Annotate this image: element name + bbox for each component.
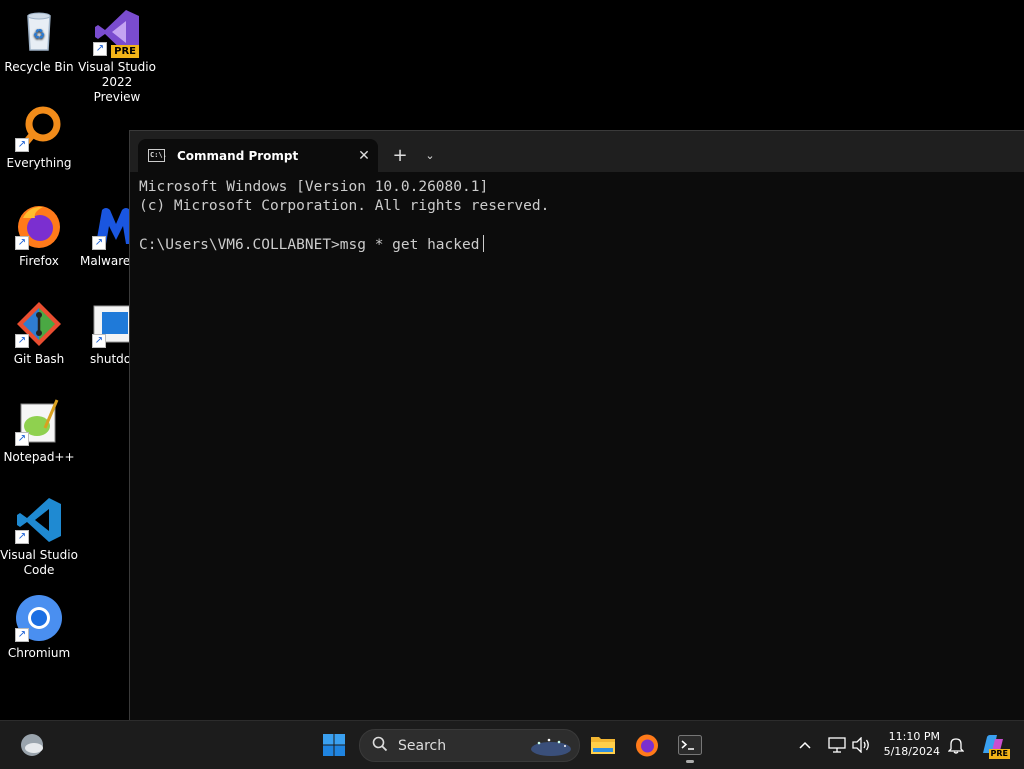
file-explorer-icon[interactable] xyxy=(587,729,619,761)
console-input-line[interactable]: C:\Users\VM6.COLLABNET>msg * get hacked xyxy=(139,235,1016,255)
desktop-icon-label: Git Bash xyxy=(13,352,65,366)
malwarebytes-icon: ↗ xyxy=(92,202,129,250)
shortcut-arrow-icon: ↗ xyxy=(92,236,106,250)
new-tab-button[interactable]: + xyxy=(388,139,412,172)
copilot-icon[interactable]: PRE xyxy=(976,729,1010,761)
tab-title: Command Prompt xyxy=(177,148,299,163)
shortcut-arrow-icon: ↗ xyxy=(15,432,29,446)
desktop-icon-label: Visual Studio Code xyxy=(0,548,78,577)
console-line: (c) Microsoft Corporation. All rights re… xyxy=(139,198,550,214)
clock-time: 11:10 PM xyxy=(888,730,940,743)
console-line: Microsoft Windows [Version 10.0.26080.1] xyxy=(139,179,489,195)
git-bash-icon: ↗ xyxy=(15,300,63,348)
desktop-icon-recycle-bin[interactable]: ♻ Recycle Bin xyxy=(0,8,78,75)
desktop-icon-vscode[interactable]: ↗ Visual Studio Code xyxy=(0,496,78,578)
console-command: C:\Users\VM6.COLLABNET>msg * get hacked xyxy=(139,237,480,253)
desktop-icon-label: shutdov xyxy=(90,352,129,366)
desktop-icon-git-bash[interactable]: ↗ Git Bash xyxy=(0,300,78,367)
shortcut-arrow-icon: ↗ xyxy=(15,236,29,250)
taskbar: Search 11:10 PM 5/18/2024 PRE xyxy=(0,720,1024,769)
desktop-icon-label: Firefox xyxy=(19,254,59,268)
desktop-icon-everything[interactable]: ↗ Everything xyxy=(0,104,78,171)
close-tab-button[interactable]: ✕ xyxy=(350,148,378,164)
desktop-icon-label: Visual Studio 2022 Preview xyxy=(78,60,156,104)
start-icon[interactable] xyxy=(318,729,350,761)
notepad-plus-plus-icon: ↗ xyxy=(15,398,63,446)
shortcut-arrow-icon: ↗ xyxy=(15,628,29,642)
preview-badge: PRE xyxy=(111,45,139,58)
console-output[interactable]: Microsoft Windows [Version 10.0.26080.1]… xyxy=(130,172,1024,261)
search-placeholder: Search xyxy=(398,737,447,754)
firefox-icon: ↗ xyxy=(15,202,63,250)
desktop-icon-chromium[interactable]: ↗ Chromium xyxy=(0,594,78,661)
terminal-window[interactable]: C:\. Command Prompt ✕ + ⌄ Microsoft Wind… xyxy=(129,130,1024,721)
desktop-icon-label: Notepad++ xyxy=(3,450,75,464)
chromium-icon: ↗ xyxy=(15,594,63,642)
tab-dropdown-button[interactable]: ⌄ xyxy=(418,139,442,172)
notification-bell-icon[interactable] xyxy=(940,729,972,761)
command-prompt-icon: C:\. xyxy=(148,149,167,162)
chevron-up-icon[interactable] xyxy=(789,729,821,761)
desktop-icon-notepad-plus-plus[interactable]: ↗ Notepad++ xyxy=(0,398,78,465)
visual-studio-icon: PRE ↗ xyxy=(93,8,141,58)
terminal-icon[interactable] xyxy=(674,729,706,761)
shortcut-arrow-icon: ↗ xyxy=(92,334,106,348)
desktop-icon-visual-studio-preview[interactable]: PRE ↗ Visual Studio 2022 Preview xyxy=(78,8,156,105)
system-clock[interactable]: 11:10 PM 5/18/2024 xyxy=(872,729,940,759)
desktop-icon-malwarebytes[interactable]: ↗ Malwareb xyxy=(78,202,129,269)
clock-date: 5/18/2024 xyxy=(883,745,940,758)
search-highlight-icon xyxy=(529,734,573,760)
desktop-icon-firefox[interactable]: ↗ Firefox xyxy=(0,202,78,269)
desktop-icon-label: Recycle Bin xyxy=(4,60,74,74)
desktop-icon-shutdown[interactable]: ↗ shutdov xyxy=(78,300,129,367)
desktop-icon-label: Malwareb xyxy=(80,254,129,268)
everything-search-icon: ↗ xyxy=(15,104,63,152)
weather-icon[interactable] xyxy=(16,729,48,761)
shortcut-arrow-icon: ↗ xyxy=(93,42,107,56)
recycle-bin-icon: ♻ xyxy=(15,8,63,56)
desktop-icon-label: Everything xyxy=(6,156,72,170)
text-cursor xyxy=(483,235,485,252)
search-icon xyxy=(372,736,388,756)
svg-text:♻: ♻ xyxy=(33,27,46,43)
tab-command-prompt[interactable]: C:\. Command Prompt ✕ xyxy=(138,139,378,172)
taskbar-search-box[interactable]: Search xyxy=(359,729,580,762)
firefox-taskbar-icon[interactable] xyxy=(631,729,663,761)
desktop-icon-label: Chromium xyxy=(7,646,71,660)
vscode-icon: ↗ xyxy=(15,496,63,544)
shutdown-shortcut-icon: ↗ xyxy=(92,300,129,348)
copilot-preview-badge: PRE xyxy=(988,749,1010,759)
shortcut-arrow-icon: ↗ xyxy=(15,530,29,544)
active-app-indicator xyxy=(686,760,694,763)
terminal-tab-bar[interactable]: C:\. Command Prompt ✕ + ⌄ xyxy=(130,131,1024,172)
shortcut-arrow-icon: ↗ xyxy=(15,334,29,348)
shortcut-arrow-icon: ↗ xyxy=(15,138,29,152)
